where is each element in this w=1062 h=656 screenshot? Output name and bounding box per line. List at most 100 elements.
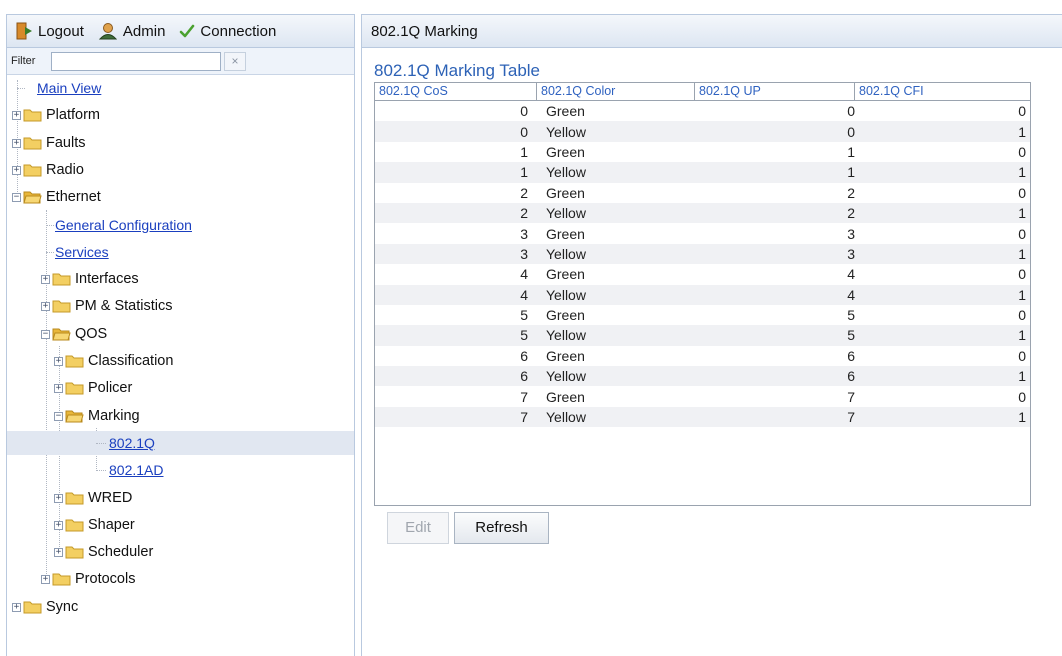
cell-up: 2	[847, 184, 855, 201]
cell-cos: 5	[520, 307, 528, 324]
tree-item-scheduler[interactable]: + Scheduler	[7, 540, 354, 564]
tree-item-interfaces[interactable]: + Interfaces	[7, 267, 354, 291]
cell-cos: 7	[520, 388, 528, 405]
tree-item-pm-statistics[interactable]: + PM & Statistics	[7, 294, 354, 318]
table-row[interactable]: 7 Green 7 0	[375, 386, 1030, 406]
cell-cfi: 1	[1018, 245, 1026, 262]
table-row[interactable]: 3 Yellow 3 1	[375, 243, 1030, 265]
table-row[interactable]: 5 Yellow 5 1	[375, 325, 1030, 346]
table-row[interactable]: 0 Green 0 0	[375, 101, 1030, 121]
expand-toggle-icon[interactable]: +	[12, 138, 21, 148]
table-row[interactable]: 0 Yellow 0 1	[375, 121, 1030, 142]
cell-cos: 5	[520, 327, 528, 344]
table-row[interactable]: 2 Green 2 0	[375, 183, 1030, 203]
cell-up: 2	[847, 205, 855, 222]
top-toolbar: Logout Admin Connection	[7, 15, 354, 48]
cell-cfi: 1	[1018, 286, 1026, 303]
tree-item-services[interactable]: Services	[7, 240, 354, 264]
tree-item-802-1q[interactable]: 802.1Q	[7, 430, 354, 455]
expand-toggle-icon[interactable]: +	[12, 111, 21, 121]
folder-icon	[65, 354, 84, 368]
tree-item-sync[interactable]: + Sync	[7, 595, 354, 619]
tree-connector-line	[46, 224, 54, 226]
tree-link-label[interactable]: 802.1AD	[109, 462, 163, 478]
table-row[interactable]: 3 Green 3 0	[375, 223, 1030, 243]
expand-toggle-icon[interactable]: +	[54, 357, 63, 366]
table-header: 802.1Q CoS 802.1Q Color 802.1Q UP 802.1Q…	[375, 83, 1030, 101]
logout-button[interactable]: Logout	[15, 22, 84, 40]
tree-item-shaper[interactable]: + Shaper	[7, 513, 354, 537]
tree-item-marking[interactable]: − Marking	[7, 404, 354, 428]
logout-icon	[16, 22, 32, 40]
collapse-toggle-icon[interactable]: −	[12, 193, 21, 203]
expand-toggle-icon[interactable]: +	[41, 302, 50, 312]
admin-button[interactable]: Admin	[98, 22, 165, 40]
expand-toggle-icon[interactable]: +	[41, 275, 50, 285]
collapse-toggle-icon[interactable]: −	[54, 411, 63, 421]
expand-toggle-icon[interactable]: +	[54, 493, 63, 503]
tree-item-platform[interactable]: + Platform	[7, 103, 354, 127]
table-row[interactable]: 6 Green 6 0	[375, 346, 1030, 366]
table-row[interactable]: 2 Yellow 2 1	[375, 202, 1030, 224]
column-header-color[interactable]: 802.1Q Color	[537, 83, 695, 100]
tree-item-main-view[interactable]: Main View	[7, 76, 354, 100]
cell-up: 0	[847, 123, 855, 140]
tree-item-classification[interactable]: + Classification	[7, 349, 354, 373]
table-row[interactable]: 4 Green 4 0	[375, 264, 1030, 284]
tree-item-label: Sync	[46, 598, 79, 615]
tree-item-general-configuration[interactable]: General Configuration	[7, 213, 354, 237]
expand-toggle-icon[interactable]: +	[54, 548, 63, 558]
tree-item-802-1ad[interactable]: 802.1AD	[7, 458, 354, 482]
table-row[interactable]: 4 Yellow 4 1	[375, 284, 1030, 305]
connection-button[interactable]: Connection	[179, 23, 276, 40]
table-row[interactable]: 1 Yellow 1 1	[375, 162, 1030, 183]
refresh-button[interactable]: Refresh	[454, 512, 549, 544]
tree-link-label[interactable]: Services	[55, 244, 109, 260]
cell-cfi: 0	[1018, 388, 1026, 405]
table-row[interactable]: 7 Yellow 7 1	[375, 406, 1030, 428]
tree-connector-line	[46, 251, 54, 253]
edit-button[interactable]: Edit	[387, 512, 449, 544]
clear-filter-button[interactable]: ×	[224, 51, 246, 71]
cell-cos: 1	[520, 143, 528, 160]
cell-cos: 3	[520, 245, 528, 262]
tree-link-label[interactable]: General Configuration	[55, 217, 192, 233]
cell-cfi: 1	[1018, 409, 1026, 426]
logout-label: Logout	[38, 22, 84, 40]
table-row[interactable]: 6 Yellow 6 1	[375, 366, 1030, 387]
tree-item-faults[interactable]: + Faults	[7, 131, 354, 155]
tree-item-label: Scheduler	[88, 544, 154, 561]
tree-link-label[interactable]: 802.1Q	[109, 435, 155, 451]
cell-cfi: 0	[1018, 307, 1026, 324]
expand-toggle-icon[interactable]: +	[54, 520, 63, 530]
folder-icon	[65, 518, 84, 532]
expand-toggle-icon[interactable]: +	[12, 165, 21, 175]
folder-icon	[65, 381, 84, 395]
tree-link-label[interactable]: Main View	[37, 80, 101, 96]
expand-toggle-icon[interactable]: +	[12, 602, 21, 612]
tree-item-wred[interactable]: + WRED	[7, 486, 354, 510]
expand-toggle-icon[interactable]: +	[41, 575, 50, 585]
table-row[interactable]: 5 Green 5 0	[375, 305, 1030, 325]
cell-cos: 6	[520, 368, 528, 385]
tree-item-label: Classification	[88, 353, 174, 369]
cell-cfi: 0	[1018, 103, 1026, 120]
collapse-toggle-icon[interactable]: −	[41, 329, 50, 339]
cell-cos: 4	[520, 266, 528, 283]
folder-icon	[65, 545, 84, 559]
tree-item-qos[interactable]: − QOS	[7, 322, 354, 346]
cell-color: Yellow	[546, 409, 586, 426]
table-body: 0 Green 0 0 0 Yellow 0 1 1 Green 1 0 1 Yellow 1 1 2 Green…	[375, 101, 1030, 428]
expand-toggle-icon[interactable]: +	[54, 384, 63, 394]
tree-item-label: Radio	[46, 161, 84, 178]
cell-cos: 1	[520, 164, 528, 181]
tree-item-radio[interactable]: + Radio	[7, 158, 354, 182]
filter-input[interactable]	[51, 51, 221, 71]
column-header-up[interactable]: 802.1Q UP	[695, 83, 855, 100]
column-header-cos[interactable]: 802.1Q CoS	[375, 83, 537, 100]
tree-item-protocols[interactable]: + Protocols	[7, 567, 354, 591]
column-header-cfi[interactable]: 802.1Q CFI	[855, 83, 1030, 100]
tree-item-policer[interactable]: + Policer	[7, 376, 354, 400]
tree-item-ethernet[interactable]: − Ethernet	[7, 185, 354, 209]
table-row[interactable]: 1 Green 1 0	[375, 142, 1030, 162]
